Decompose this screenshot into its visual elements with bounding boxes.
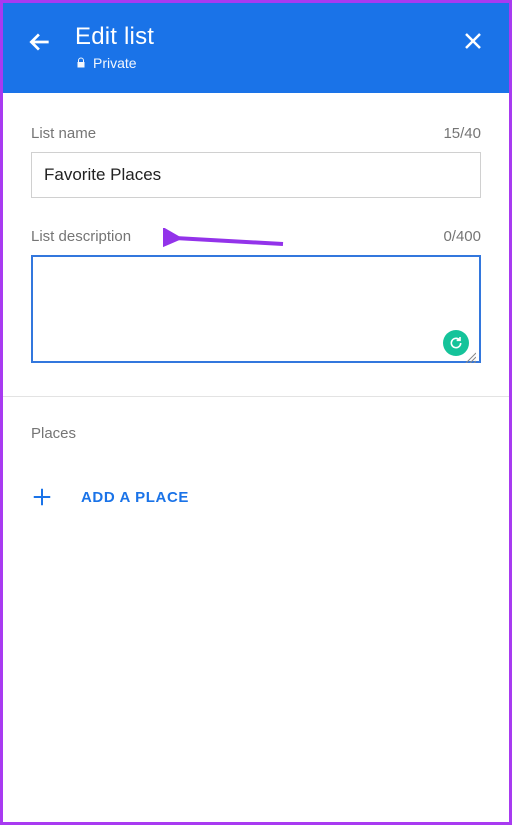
grammarly-badge[interactable] xyxy=(443,330,469,356)
back-button[interactable] xyxy=(27,29,53,55)
description-counter: 0/400 xyxy=(443,228,481,245)
name-field-header: List name 15/40 xyxy=(31,125,481,142)
plus-icon xyxy=(31,486,53,508)
list-description-input[interactable] xyxy=(31,255,481,363)
places-heading: Places xyxy=(31,425,481,442)
privacy-label: Private xyxy=(93,55,137,71)
header-titles: Edit list Private xyxy=(75,23,154,71)
app-header: Edit list Private xyxy=(3,3,509,93)
add-place-label: ADD A PLACE xyxy=(81,489,189,506)
form-content: List name 15/40 List description 0/400 xyxy=(3,93,509,368)
privacy-row: Private xyxy=(75,55,154,71)
page-title: Edit list xyxy=(75,23,154,51)
grammarly-icon xyxy=(448,335,464,351)
name-label: List name xyxy=(31,125,96,142)
lock-icon xyxy=(75,57,87,69)
close-icon xyxy=(461,29,485,53)
close-button[interactable] xyxy=(461,29,485,53)
description-label: List description xyxy=(31,228,131,245)
list-name-input[interactable] xyxy=(31,152,481,198)
arrow-left-icon xyxy=(27,29,53,55)
add-place-button[interactable]: ADD A PLACE xyxy=(31,486,481,508)
name-counter: 15/40 xyxy=(443,125,481,142)
description-field-header: List description 0/400 xyxy=(31,228,481,245)
description-wrapper xyxy=(31,255,481,368)
places-section: Places ADD A PLACE xyxy=(3,397,509,508)
